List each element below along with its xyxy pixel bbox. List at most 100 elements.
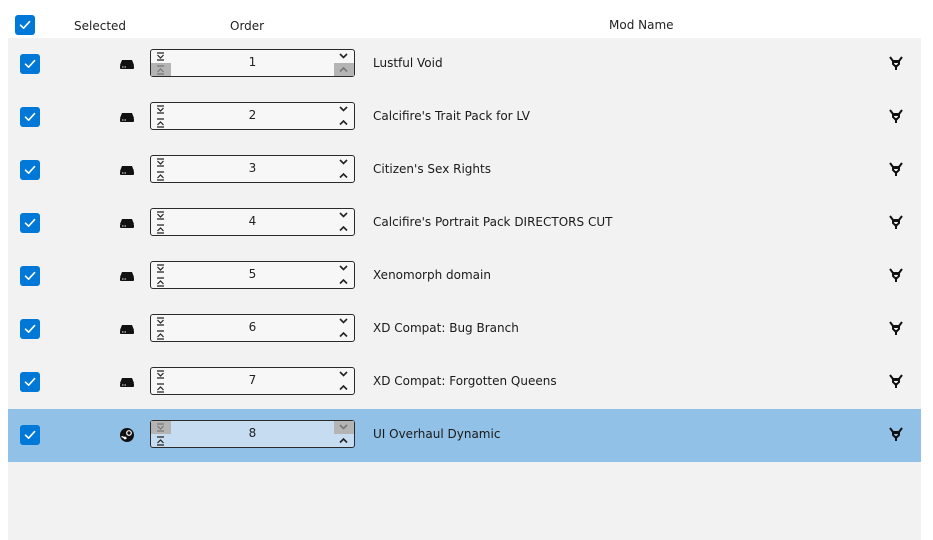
order-stepper[interactable]: 8 xyxy=(150,420,355,448)
move-to-top-button[interactable] xyxy=(151,209,171,222)
chevron-down-icon xyxy=(339,53,348,59)
dependency-tree-icon[interactable] xyxy=(888,426,904,442)
order-increase-button[interactable] xyxy=(334,275,354,288)
order-decrease-button[interactable] xyxy=(334,421,354,434)
chevron-down-icon xyxy=(339,106,348,112)
order-value[interactable]: 7 xyxy=(173,373,332,387)
order-decrease-button[interactable] xyxy=(334,262,354,275)
mod-name: Calcifire's Trait Pack for LV xyxy=(373,109,530,123)
mod-checkbox[interactable] xyxy=(20,266,40,286)
chevron-up-icon xyxy=(339,437,348,444)
order-stepper[interactable]: 5 xyxy=(150,261,355,289)
local-drive-icon xyxy=(120,325,134,334)
mod-checkbox[interactable] xyxy=(20,213,40,233)
move-up-button[interactable] xyxy=(151,222,171,235)
double-chevron-up-icon xyxy=(157,118,164,128)
move-to-top-button[interactable] xyxy=(151,262,171,275)
checkmark-icon xyxy=(24,430,36,439)
mod-row[interactable]: 2 Calcifire's Trait Pack for LV xyxy=(8,91,921,144)
order-decrease-button[interactable] xyxy=(334,103,354,116)
order-increase-button[interactable] xyxy=(334,63,354,76)
order-value[interactable]: 8 xyxy=(173,426,332,440)
chevron-down-icon xyxy=(339,159,348,165)
chevron-down-icon xyxy=(339,318,348,324)
order-decrease-button[interactable] xyxy=(334,156,354,169)
mod-name: XD Compat: Forgotten Queens xyxy=(373,374,557,388)
move-to-top-button[interactable] xyxy=(151,156,171,169)
chevron-up-icon xyxy=(339,225,348,232)
order-decrease-button[interactable] xyxy=(334,209,354,222)
chevron-down-icon xyxy=(339,424,348,430)
double-chevron-down-icon xyxy=(157,211,164,220)
dependency-tree-icon[interactable] xyxy=(888,214,904,230)
order-stepper[interactable]: 2 xyxy=(150,102,355,130)
select-all-checkbox[interactable] xyxy=(15,15,35,35)
move-up-button[interactable] xyxy=(151,63,171,76)
order-stepper[interactable]: 3 xyxy=(150,155,355,183)
order-value[interactable]: 5 xyxy=(173,267,332,281)
header-selected[interactable]: Selected xyxy=(74,19,126,33)
double-chevron-down-icon xyxy=(157,423,164,432)
mod-name: Lustful Void xyxy=(373,56,443,70)
header-mod-name[interactable]: Mod Name xyxy=(609,18,674,32)
order-value[interactable]: 4 xyxy=(173,214,332,228)
dependency-tree-icon[interactable] xyxy=(888,320,904,336)
steam-icon xyxy=(120,428,134,442)
order-value[interactable]: 1 xyxy=(173,55,332,69)
move-up-button[interactable] xyxy=(151,434,171,447)
order-stepper[interactable]: 7 xyxy=(150,367,355,395)
mod-row-selected[interactable]: 8 UI Overhaul Dynamic xyxy=(8,409,921,462)
mod-row[interactable]: 5 Xenomorph domain xyxy=(8,250,921,303)
mod-checkbox[interactable] xyxy=(20,54,40,74)
checkmark-icon xyxy=(24,59,36,68)
dependency-tree-icon[interactable] xyxy=(888,267,904,283)
move-to-top-button[interactable] xyxy=(151,315,171,328)
dependency-tree-icon[interactable] xyxy=(888,108,904,124)
mod-checkbox[interactable] xyxy=(20,319,40,339)
double-chevron-down-icon xyxy=(157,158,164,167)
move-up-button[interactable] xyxy=(151,328,171,341)
mod-checkbox[interactable] xyxy=(20,107,40,127)
order-decrease-button[interactable] xyxy=(334,315,354,328)
move-up-button[interactable] xyxy=(151,169,171,182)
move-up-button[interactable] xyxy=(151,381,171,394)
move-up-button[interactable] xyxy=(151,116,171,129)
double-chevron-up-icon xyxy=(157,171,164,181)
order-stepper[interactable]: 6 xyxy=(150,314,355,342)
move-to-top-button[interactable] xyxy=(151,103,171,116)
order-increase-button[interactable] xyxy=(334,222,354,235)
move-to-top-button[interactable] xyxy=(151,50,171,63)
order-increase-button[interactable] xyxy=(334,381,354,394)
dependency-tree-icon[interactable] xyxy=(888,373,904,389)
dependency-tree-icon[interactable] xyxy=(888,161,904,177)
order-value[interactable]: 2 xyxy=(173,108,332,122)
order-stepper[interactable]: 1 xyxy=(150,49,355,77)
mod-row[interactable]: 6 XD Compat: Bug Branch xyxy=(8,303,921,356)
mod-row[interactable]: 1 Lustful Void xyxy=(8,38,921,91)
order-increase-button[interactable] xyxy=(334,116,354,129)
mod-row[interactable]: 4 Calcifire's Portrait Pack DIRECTORS CU… xyxy=(8,197,921,250)
order-value[interactable]: 6 xyxy=(173,320,332,334)
order-value[interactable]: 3 xyxy=(173,161,332,175)
order-stepper[interactable]: 4 xyxy=(150,208,355,236)
mod-checkbox[interactable] xyxy=(20,372,40,392)
mod-row[interactable]: 7 XD Compat: Forgotten Queens xyxy=(8,356,921,409)
order-decrease-button[interactable] xyxy=(334,368,354,381)
chevron-down-icon xyxy=(339,371,348,377)
move-to-top-button[interactable] xyxy=(151,368,171,381)
order-increase-button[interactable] xyxy=(334,169,354,182)
mod-checkbox[interactable] xyxy=(20,160,40,180)
double-chevron-up-icon xyxy=(157,436,164,446)
order-decrease-button[interactable] xyxy=(334,50,354,63)
double-chevron-up-icon xyxy=(157,330,164,340)
header-order[interactable]: Order xyxy=(230,19,264,33)
order-increase-button[interactable] xyxy=(334,434,354,447)
mod-name: UI Overhaul Dynamic xyxy=(373,427,501,441)
checkmark-icon xyxy=(24,324,36,333)
mod-row[interactable]: 3 Citizen's Sex Rights xyxy=(8,144,921,197)
order-increase-button[interactable] xyxy=(334,328,354,341)
move-to-top-button[interactable] xyxy=(151,421,171,434)
move-up-button[interactable] xyxy=(151,275,171,288)
mod-checkbox[interactable] xyxy=(20,425,40,445)
dependency-tree-icon[interactable] xyxy=(888,55,904,71)
